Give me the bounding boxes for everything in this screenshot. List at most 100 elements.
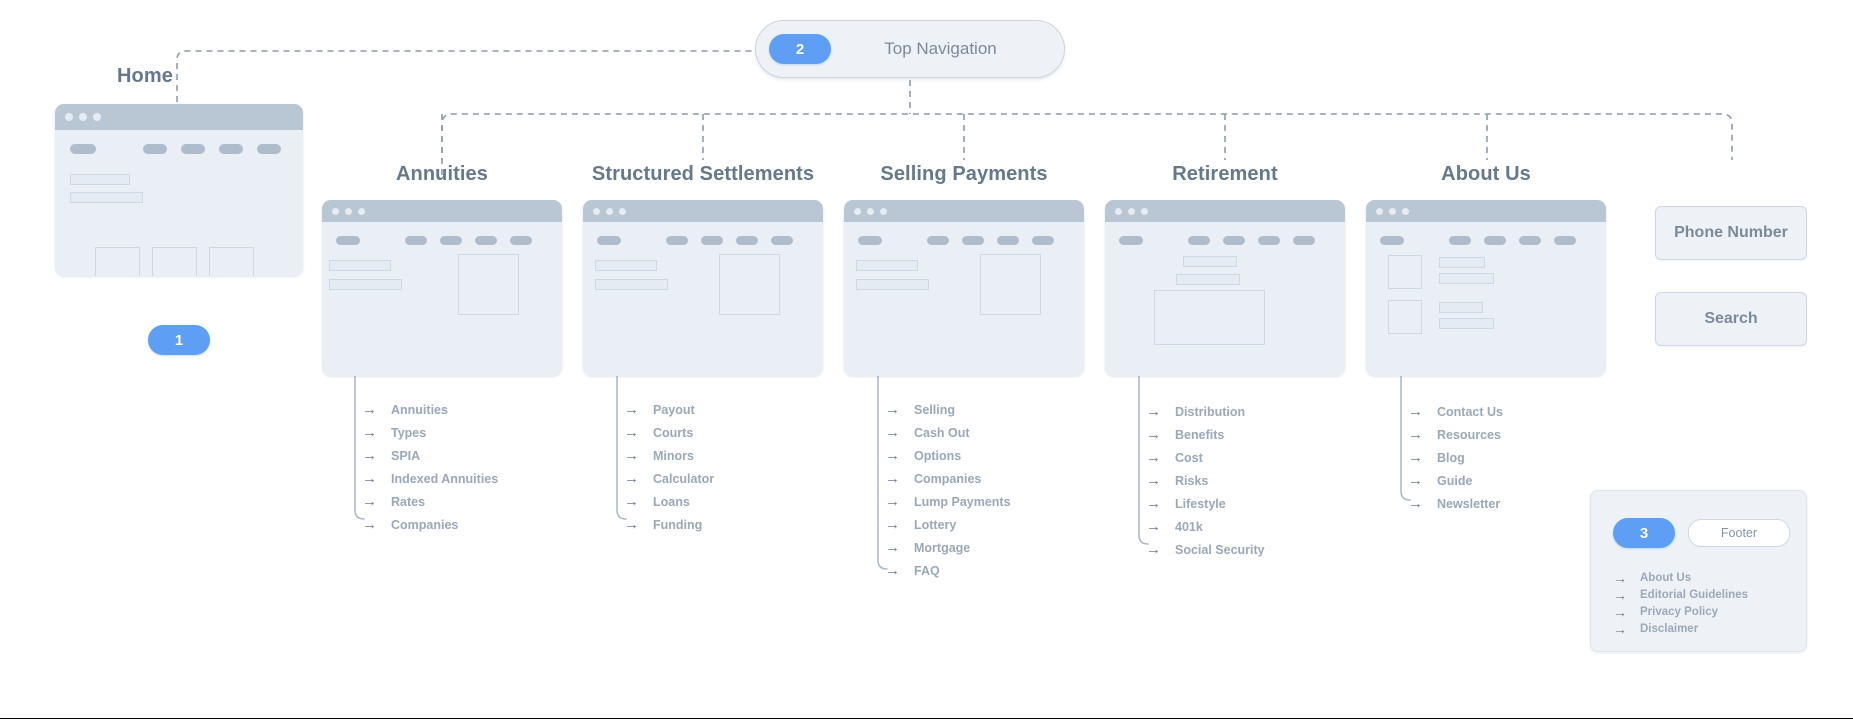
list-item-label: Mortgage	[914, 540, 971, 555]
wireframe-image-box	[458, 254, 519, 315]
bottom-divider	[0, 718, 1853, 719]
nav-pill-3	[1258, 236, 1280, 245]
list-item[interactable]: → Risks	[1146, 469, 1265, 492]
list-item[interactable]: → Courts	[624, 421, 714, 444]
list-item[interactable]: → Annuities	[362, 398, 498, 421]
list-item[interactable]: → Guide	[1408, 469, 1503, 492]
list-item[interactable]: → Social Security	[1146, 538, 1265, 561]
arrow-right-icon: →	[624, 493, 639, 510]
wireframe-text-line-1	[1183, 256, 1237, 267]
list-item[interactable]: → Lifestyle	[1146, 492, 1265, 515]
list-item-label: Disclaimer	[1640, 622, 1699, 635]
list-item[interactable]: → Disclaimer	[1613, 620, 1748, 637]
column-title-retirement: Retirement	[1172, 163, 1278, 185]
top-navigation-badge: 2	[769, 34, 831, 64]
arrow-right-icon: →	[362, 401, 377, 418]
nav-pill-3	[1519, 236, 1541, 245]
list-item[interactable]: → Companies	[362, 513, 498, 536]
list-item-label: Editorial Guidelines	[1640, 588, 1748, 601]
window-dot-yellow	[867, 207, 874, 215]
list-item[interactable]: → Minors	[624, 444, 714, 467]
wireframe-text-line-2	[1176, 274, 1240, 285]
list-item[interactable]: → Privacy Policy	[1613, 603, 1748, 620]
list-item[interactable]: → Payout	[624, 398, 714, 421]
nav-pill-3	[997, 236, 1019, 245]
wireframe-thumb-1	[1388, 255, 1422, 289]
arrow-right-icon: →	[362, 516, 377, 533]
list-item[interactable]: → Contact Us	[1408, 400, 1503, 423]
nav-pill-2	[181, 144, 205, 154]
nav-pill-4	[257, 144, 281, 154]
list-item[interactable]: → Selling	[885, 398, 1011, 421]
nav-pill-3	[736, 236, 758, 245]
list-item[interactable]: → Lottery	[885, 513, 1011, 536]
wireframe-text-line-3	[1439, 302, 1483, 313]
list-item[interactable]: → Blog	[1408, 446, 1503, 469]
wireframe-structured-settlements[interactable]	[583, 200, 823, 376]
arrow-right-icon: →	[1408, 403, 1423, 420]
wireframe-hero-box	[1154, 290, 1265, 345]
list-item[interactable]: → SPIA	[362, 444, 498, 467]
arrow-right-icon: →	[885, 516, 900, 533]
top-navigation-node[interactable]: 2 Top Navigation	[755, 20, 1065, 78]
list-item[interactable]: → Types	[362, 421, 498, 444]
list-item-label: Resources	[1437, 427, 1501, 442]
list-item-label: Benefits	[1175, 427, 1225, 442]
wireframe-annuities[interactable]	[322, 200, 562, 376]
home-wireframe[interactable]	[55, 104, 303, 276]
list-item[interactable]: → Mortgage	[885, 536, 1011, 559]
list-item-label: Payout	[653, 402, 695, 417]
wireframe-selling-payments[interactable]	[844, 200, 1084, 376]
list-item[interactable]: → Funding	[624, 513, 714, 536]
list-item[interactable]: → Cost	[1146, 446, 1265, 469]
wireframe-retirement[interactable]	[1105, 200, 1345, 376]
footer-card[interactable]: 3 Footer → About Us → Editorial Guidelines…	[1590, 490, 1807, 652]
nav-pill-1	[143, 144, 167, 154]
list-item[interactable]: → Rates	[362, 490, 498, 513]
wireframe-image-box	[980, 254, 1041, 315]
home-badge: 1	[148, 325, 210, 355]
arrow-right-icon: →	[1408, 449, 1423, 466]
arrow-right-icon: →	[624, 516, 639, 533]
wireframe-text-line-2	[856, 279, 929, 290]
arrow-right-icon: →	[1146, 403, 1161, 420]
nav-pill-2	[440, 236, 462, 245]
linklist-about-us: → Contact Us → Resources → Blog → Guide → New…	[1408, 400, 1503, 515]
window-dot-green	[619, 207, 626, 215]
arrow-right-icon: →	[885, 562, 900, 579]
arrow-right-icon: →	[1146, 495, 1161, 512]
list-item[interactable]: → FAQ	[885, 559, 1011, 582]
list-item-label: Privacy Policy	[1640, 605, 1718, 618]
window-titlebar	[583, 200, 823, 222]
arrow-right-icon: →	[885, 470, 900, 487]
list-item-label: Lottery	[914, 517, 957, 532]
nav-pill-4	[1293, 236, 1315, 245]
list-item[interactable]: → Newsletter	[1408, 492, 1503, 515]
list-item[interactable]: → Lump Payments	[885, 490, 1011, 513]
arrow-right-icon: →	[362, 493, 377, 510]
nav-pill-1	[666, 236, 688, 245]
window-dot-red	[1115, 207, 1122, 215]
arrow-right-icon: →	[1146, 541, 1161, 558]
search-button[interactable]: Search	[1655, 292, 1807, 346]
list-item[interactable]: → Resources	[1408, 423, 1503, 446]
window-titlebar	[322, 200, 562, 222]
list-item-label: Annuities	[391, 402, 448, 417]
phone-number-button[interactable]: Phone Number	[1655, 206, 1807, 260]
list-item[interactable]: → Cash Out	[885, 421, 1011, 444]
list-item[interactable]: → 401k	[1146, 515, 1265, 538]
wireframe-about-us[interactable]	[1366, 200, 1606, 376]
list-item[interactable]: → Loans	[624, 490, 714, 513]
list-item[interactable]: → Distribution	[1146, 400, 1265, 423]
list-item[interactable]: → About Us	[1613, 569, 1748, 586]
window-dot-green	[880, 207, 887, 215]
list-item[interactable]: → Options	[885, 444, 1011, 467]
list-item-label: Cash Out	[914, 425, 970, 440]
list-item[interactable]: → Companies	[885, 467, 1011, 490]
list-item[interactable]: → Editorial Guidelines	[1613, 586, 1748, 603]
nav-pill-logo	[336, 236, 360, 245]
list-item[interactable]: → Indexed Annuities	[362, 467, 498, 490]
list-item[interactable]: → Calculator	[624, 467, 714, 490]
wireframe-text-line-1	[329, 260, 391, 271]
list-item[interactable]: → Benefits	[1146, 423, 1265, 446]
